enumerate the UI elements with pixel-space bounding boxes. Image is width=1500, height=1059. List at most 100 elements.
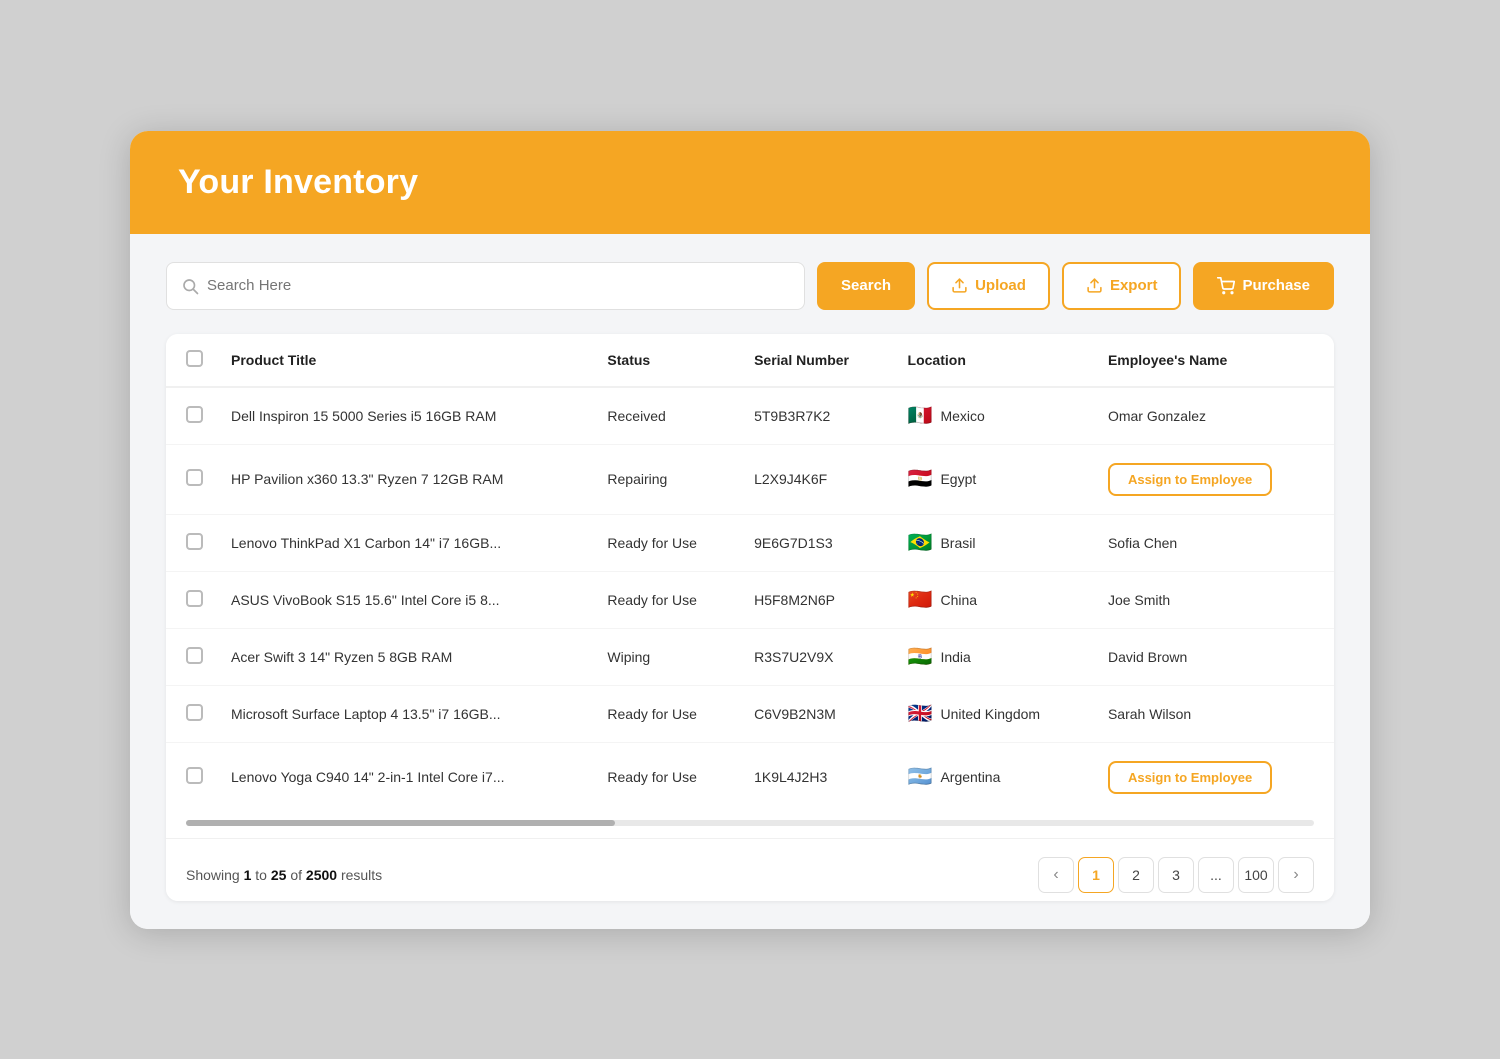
- location-name: Mexico: [940, 408, 984, 424]
- flag-icon: 🇪🇬: [908, 469, 933, 489]
- main-content: Search Upload Export Purchase: [130, 234, 1370, 929]
- location-name: Egypt: [940, 471, 976, 487]
- scrollbar-thumb: [186, 820, 615, 826]
- select-all-header: [166, 334, 217, 387]
- export-icon: [1086, 277, 1103, 294]
- row-serial: L2X9J4K6F: [740, 444, 893, 514]
- next-page-button[interactable]: ›: [1278, 857, 1314, 893]
- select-all-checkbox[interactable]: [186, 350, 203, 367]
- row-product: Lenovo Yoga C940 14" 2-in-1 Intel Core i…: [217, 742, 593, 812]
- employee-name: David Brown: [1108, 649, 1187, 665]
- inventory-card: Your Inventory Search Upload: [130, 131, 1370, 929]
- search-icon: [181, 277, 199, 295]
- row-employee: Sofia Chen: [1094, 514, 1334, 571]
- table-row: Dell Inspiron 15 5000 Series i5 16GB RAM…: [166, 387, 1334, 445]
- row-status: Ready for Use: [593, 742, 740, 812]
- scrollbar-container: [166, 812, 1334, 838]
- row-employee: Sarah Wilson: [1094, 685, 1334, 742]
- location-name: Argentina: [940, 769, 1000, 785]
- col-employee: Employee's Name: [1094, 334, 1334, 387]
- row-status: Wiping: [593, 628, 740, 685]
- export-button[interactable]: Export: [1062, 262, 1182, 310]
- page-title: Your Inventory: [178, 163, 1322, 202]
- flag-icon: 🇮🇳: [908, 647, 933, 667]
- row-checkbox-cell: [166, 387, 217, 445]
- assign-to-employee-button[interactable]: Assign to Employee: [1108, 761, 1272, 794]
- page-1-button[interactable]: 1: [1078, 857, 1114, 893]
- row-employee: David Brown: [1094, 628, 1334, 685]
- col-serial: Serial Number: [740, 334, 893, 387]
- flag-icon: 🇨🇳: [908, 590, 933, 610]
- row-serial: C6V9B2N3M: [740, 685, 893, 742]
- employee-name: Omar Gonzalez: [1108, 408, 1206, 424]
- scrollbar-track[interactable]: [186, 820, 1314, 826]
- upload-button[interactable]: Upload: [927, 262, 1050, 310]
- row-location: 🇦🇷Argentina: [894, 742, 1094, 812]
- row-checkbox[interactable]: [186, 406, 203, 423]
- row-serial: H5F8M2N6P: [740, 571, 893, 628]
- row-product: HP Pavilion x360 13.3" Ryzen 7 12GB RAM: [217, 444, 593, 514]
- row-checkbox-cell: [166, 444, 217, 514]
- inventory-table: Product Title Status Serial Number Locat…: [166, 334, 1334, 812]
- row-checkbox-cell: [166, 628, 217, 685]
- row-employee: Assign to Employee: [1094, 742, 1334, 812]
- location-name: India: [940, 649, 970, 665]
- row-checkbox-cell: [166, 742, 217, 812]
- row-product: Lenovo ThinkPad X1 Carbon 14" i7 16GB...: [217, 514, 593, 571]
- table-row: Lenovo ThinkPad X1 Carbon 14" i7 16GB...…: [166, 514, 1334, 571]
- row-checkbox[interactable]: [186, 704, 203, 721]
- prev-page-button[interactable]: ‹: [1038, 857, 1074, 893]
- flag-icon: 🇲🇽: [908, 406, 933, 426]
- table-row: Acer Swift 3 14" Ryzen 5 8GB RAMWipingR3…: [166, 628, 1334, 685]
- row-checkbox-cell: [166, 571, 217, 628]
- row-employee: Joe Smith: [1094, 571, 1334, 628]
- row-checkbox-cell: [166, 514, 217, 571]
- flag-icon: 🇬🇧: [908, 704, 933, 724]
- assign-to-employee-button[interactable]: Assign to Employee: [1108, 463, 1272, 496]
- purchase-button[interactable]: Purchase: [1193, 262, 1334, 310]
- row-status: Ready for Use: [593, 514, 740, 571]
- row-location: 🇨🇳 China: [894, 571, 1094, 628]
- row-status: Received: [593, 387, 740, 445]
- showing-text: Showing 1 to 25 of 2500 results: [186, 867, 382, 883]
- row-checkbox-cell: [166, 685, 217, 742]
- row-location: 🇲🇽 Mexico: [894, 387, 1094, 445]
- row-checkbox[interactable]: [186, 533, 203, 550]
- row-location: 🇪🇬 Egypt: [894, 444, 1094, 514]
- row-serial: 1K9L4J2H3: [740, 742, 893, 812]
- page-ellipsis: ...: [1198, 857, 1234, 893]
- col-status: Status: [593, 334, 740, 387]
- row-checkbox[interactable]: [186, 590, 203, 607]
- search-input[interactable]: [207, 277, 790, 294]
- row-product: ASUS VivoBook S15 15.6" Intel Core i5 8.…: [217, 571, 593, 628]
- page-100-button[interactable]: 100: [1238, 857, 1274, 893]
- row-location: 🇬🇧 United Kingdom: [894, 685, 1094, 742]
- row-employee: Assign to Employee: [1094, 444, 1334, 514]
- location-name: Brasil: [940, 535, 975, 551]
- table-header: Product Title Status Serial Number Locat…: [166, 334, 1334, 387]
- row-serial: 9E6G7D1S3: [740, 514, 893, 571]
- search-button[interactable]: Search: [817, 262, 915, 310]
- employee-name: Sofia Chen: [1108, 535, 1177, 551]
- row-employee: Omar Gonzalez: [1094, 387, 1334, 445]
- employee-name: Joe Smith: [1108, 592, 1170, 608]
- employee-name: Sarah Wilson: [1108, 706, 1191, 722]
- upload-icon: [951, 277, 968, 294]
- table-row: ASUS VivoBook S15 15.6" Intel Core i5 8.…: [166, 571, 1334, 628]
- row-checkbox[interactable]: [186, 767, 203, 784]
- page-2-button[interactable]: 2: [1118, 857, 1154, 893]
- location-name: United Kingdom: [940, 706, 1040, 722]
- row-status: Repairing: [593, 444, 740, 514]
- page-3-button[interactable]: 3: [1158, 857, 1194, 893]
- col-product: Product Title: [217, 334, 593, 387]
- row-status: Ready for Use: [593, 685, 740, 742]
- col-location: Location: [894, 334, 1094, 387]
- table-body: Dell Inspiron 15 5000 Series i5 16GB RAM…: [166, 387, 1334, 812]
- pagination: ‹ 1 2 3 ... 100 ›: [1038, 857, 1314, 893]
- row-checkbox[interactable]: [186, 647, 203, 664]
- row-status: Ready for Use: [593, 571, 740, 628]
- row-checkbox[interactable]: [186, 469, 203, 486]
- row-product: Microsoft Surface Laptop 4 13.5" i7 16GB…: [217, 685, 593, 742]
- table-row: Microsoft Surface Laptop 4 13.5" i7 16GB…: [166, 685, 1334, 742]
- location-name: China: [940, 592, 977, 608]
